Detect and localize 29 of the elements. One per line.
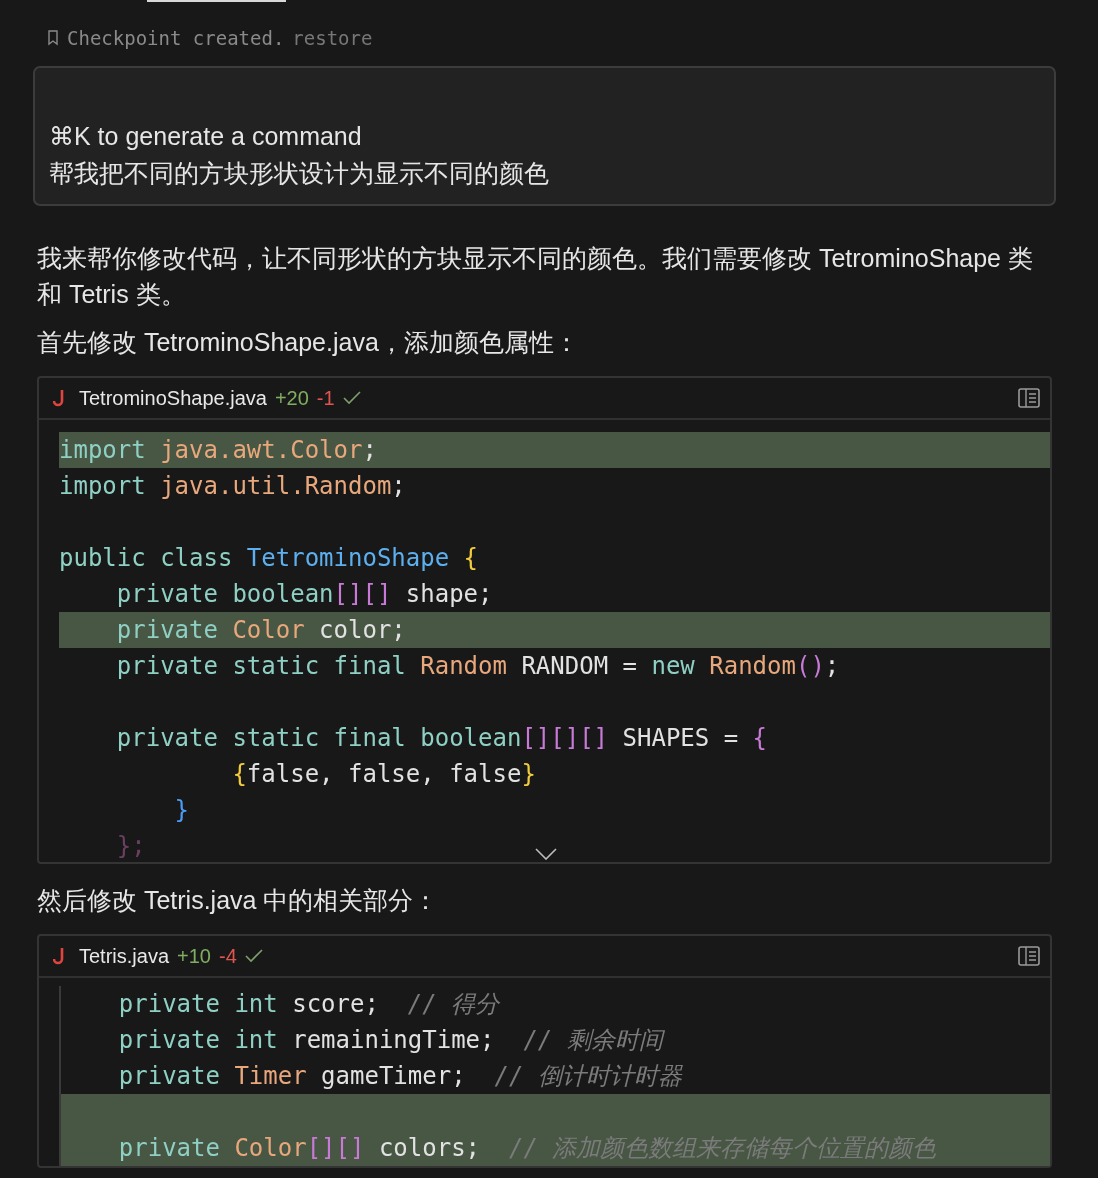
- command-hint: ⌘K to generate a command: [49, 121, 363, 152]
- code-line: private static final boolean[][][] SHAPES = {: [115, 723, 768, 754]
- code-line: private int remainingTime; // 剩余时间: [117, 1025, 663, 1056]
- code-line: import java.util.Random;: [59, 471, 406, 502]
- prompt-box[interactable]: ⌘K to generate a command 帮我把不同的方块形状设计为显示不同的颜色: [33, 66, 1056, 206]
- response-text: 首先修改 TetrominoShape.java，添加颜色属性：: [36, 327, 580, 358]
- code-line: public class TetrominoShape {: [59, 543, 479, 574]
- code-line: {false, false, false}: [231, 759, 536, 790]
- code-line: };: [115, 831, 146, 862]
- code-line: private boolean[][] shape;: [115, 579, 493, 610]
- code-line: private int score; // 得分: [117, 989, 500, 1020]
- file-name: Tetris.java: [79, 944, 170, 968]
- code-line: }: [173, 795, 190, 826]
- response-text: 我来帮你修改代码，让不同形状的方块显示不同的颜色。我们需要修改 TetrominoShape 类和 Tetris 类。: [36, 243, 1034, 310]
- restore-link[interactable]: restore: [292, 27, 373, 49]
- code-line: private Timer gameTimer; // 倒计时计时器: [117, 1061, 682, 1092]
- code-line: private static final Random RANDOM = new Random();: [115, 651, 840, 682]
- expand-chevron-icon[interactable]: [535, 848, 557, 860]
- side-panel-icon[interactable]: [1018, 388, 1040, 408]
- side-panel-icon[interactable]: [1018, 946, 1040, 966]
- response-text: 然后修改 Tetris.java 中的相关部分：: [36, 885, 440, 916]
- bookmark-icon: [47, 30, 59, 46]
- removed-count: -1: [316, 386, 335, 410]
- file-name: TetrominoShape.java: [79, 386, 267, 410]
- prompt-message: 帮我把不同的方块形状设计为显示不同的颜色: [49, 158, 550, 189]
- added-count: +20: [274, 386, 309, 410]
- added-count: +10: [177, 944, 211, 968]
- checkpoint-text: Checkpoint created.: [67, 27, 285, 49]
- removed-count: -4: [218, 944, 237, 968]
